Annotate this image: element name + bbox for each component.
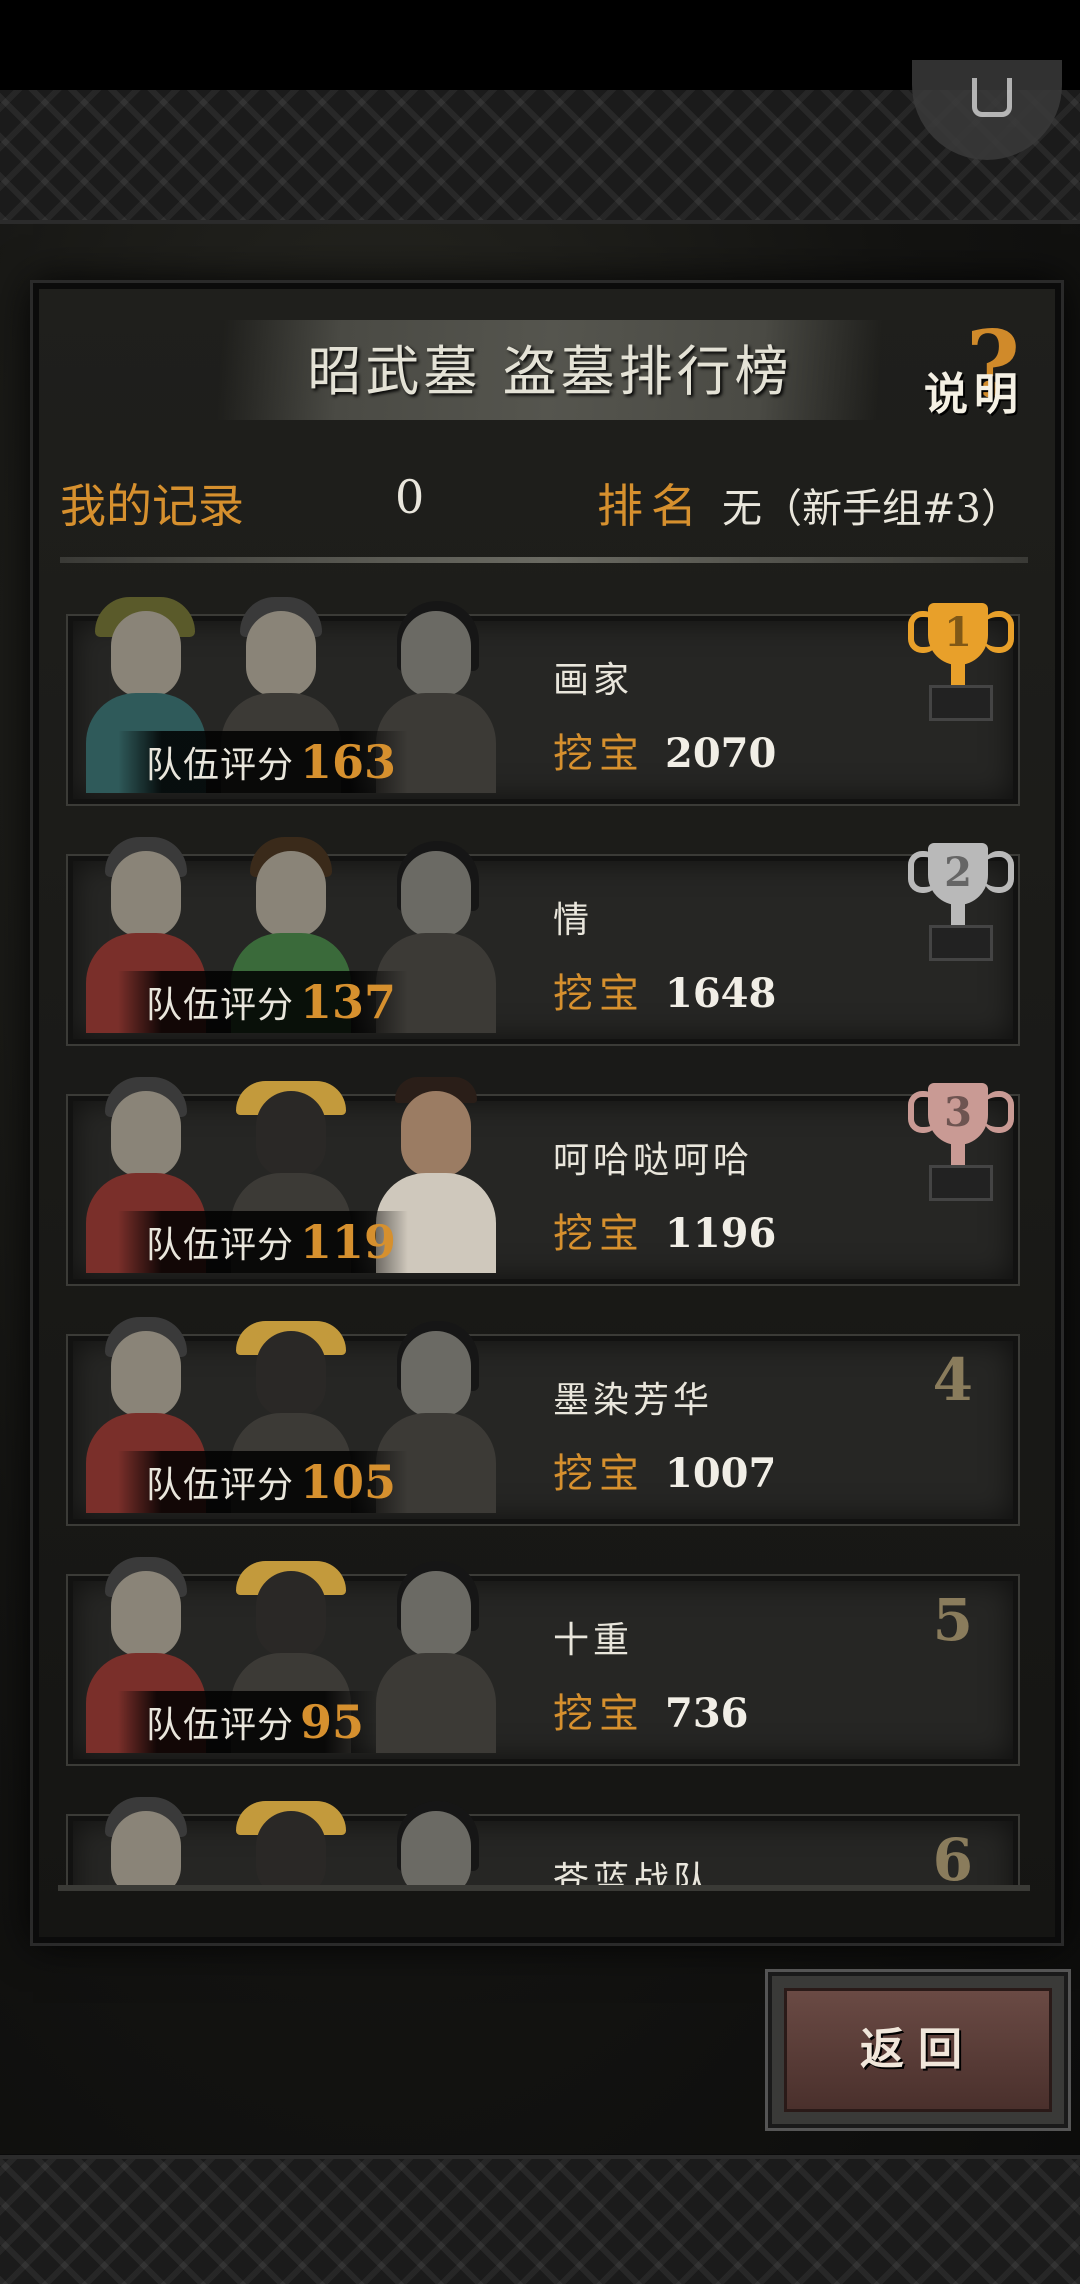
treasure-label: 挖宝	[553, 1451, 645, 1497]
rank-number: 5	[932, 1586, 973, 1654]
rank-number: 3	[944, 1089, 972, 1136]
help-button[interactable]: ? 说明	[920, 310, 1040, 420]
bottom-border-decoration	[0, 2155, 1080, 2284]
player-name: 情	[553, 900, 594, 941]
back-button-label: 返回	[784, 1988, 1052, 2112]
silver-trophy-icon: 2	[903, 843, 1014, 973]
leaderboard-row[interactable]: 苍蓝战队 6	[68, 1797, 1018, 1886]
team-score-value: 137	[300, 975, 397, 1029]
treasure-label: 挖宝	[553, 1691, 645, 1737]
leaderboard-row[interactable]: 队伍评分 119 呵哈哒呵哈 挖宝 1196 3	[68, 1077, 1018, 1284]
character-portrait	[371, 1553, 501, 1753]
player-name: 墨染芳华	[553, 1380, 714, 1421]
rank-number: 1	[944, 609, 972, 656]
my-record-value: 0	[395, 470, 425, 524]
character-portrait	[371, 1793, 501, 1886]
treasure-label: 挖宝	[553, 731, 645, 777]
rank-value: 无（新手组#3）	[722, 486, 1021, 532]
leaderboard-row[interactable]: 队伍评分 95 十重 挖宝 736 5	[68, 1557, 1018, 1764]
list-bottom-divider	[58, 1885, 1030, 1891]
treasure-value: 1648	[665, 970, 777, 1017]
leaderboard-list[interactable]: 队伍评分 163 画家 挖宝 2070 1 队伍评分 137 情 挖宝 1648 2	[58, 556, 1024, 1886]
character-portrait	[226, 1793, 356, 1886]
leaderboard-row[interactable]: 队伍评分 163 画家 挖宝 2070 1	[68, 597, 1018, 804]
treasure-score: 挖宝 736	[553, 1681, 749, 1739]
treasure-label: 挖宝	[553, 1211, 645, 1257]
gold-trophy-icon: 1	[903, 603, 1014, 733]
treasure-value: 2070	[665, 730, 777, 777]
player-name: 画家	[553, 660, 634, 701]
my-record-label: 我的记录	[60, 479, 244, 533]
treasure-score: 挖宝 2070	[553, 721, 776, 779]
team-score: 队伍评分 119	[118, 1211, 409, 1273]
treasure-score: 挖宝 1648	[553, 961, 776, 1019]
team-score: 队伍评分 95	[118, 1691, 377, 1753]
menu-icon	[972, 78, 1012, 117]
team-score-label: 队伍评分	[146, 745, 295, 786]
team-score-value: 163	[300, 735, 397, 789]
treasure-value: 736	[665, 1690, 749, 1737]
player-name: 十重	[553, 1620, 634, 1661]
team-score-label: 队伍评分	[146, 1705, 295, 1746]
team-score-value: 105	[300, 1455, 397, 1509]
team-score-value: 95	[300, 1695, 365, 1749]
page-title: 昭武墓 盗墓排行榜	[307, 340, 793, 403]
player-name: 呵哈哒呵哈	[553, 1140, 754, 1181]
team-score: 队伍评分 137	[118, 971, 409, 1033]
team-score: 队伍评分 105	[118, 1451, 409, 1513]
team-score-label: 队伍评分	[146, 985, 295, 1026]
rank-label: 排名	[597, 479, 705, 533]
help-label: 说明	[924, 369, 1024, 420]
leaderboard-row[interactable]: 队伍评分 137 情 挖宝 1648 2	[68, 837, 1018, 1044]
character-portrait	[81, 1793, 211, 1886]
back-button[interactable]: 返回	[768, 1972, 1068, 2128]
team-portraits	[81, 1793, 511, 1886]
team-score-value: 119	[300, 1215, 397, 1269]
bronze-trophy-icon: 3	[903, 1083, 1014, 1213]
treasure-label: 挖宝	[553, 971, 645, 1017]
team-score-label: 队伍评分	[146, 1225, 295, 1266]
rank-number: 6	[932, 1826, 973, 1886]
team-score-label: 队伍评分	[146, 1465, 295, 1506]
treasure-score: 挖宝 1196	[553, 1201, 776, 1259]
team-score: 队伍评分 163	[118, 731, 409, 793]
leaderboard-row[interactable]: 队伍评分 105 墨染芳华 挖宝 1007 4	[68, 1317, 1018, 1524]
rank-number: 2	[944, 849, 972, 896]
rank-number: 4	[932, 1346, 973, 1414]
treasure-score: 挖宝 1007	[553, 1441, 776, 1499]
treasure-value: 1007	[665, 1450, 777, 1497]
player-name: 苍蓝战队	[553, 1860, 714, 1886]
treasure-value: 1196	[665, 1210, 777, 1257]
